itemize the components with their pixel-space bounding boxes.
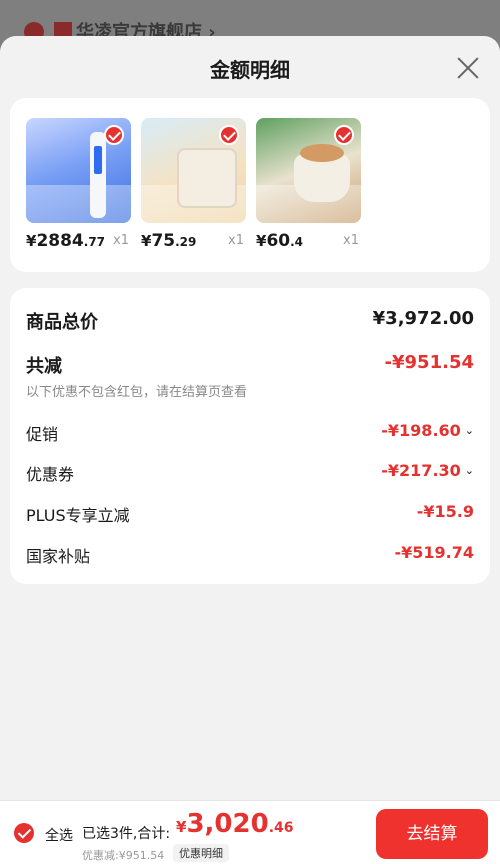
close-icon[interactable] <box>456 56 480 80</box>
total-label: 商品总价 <box>26 312 98 333</box>
total-amount: ¥3,020.46 <box>176 809 294 839</box>
promo-row[interactable]: 促销 -¥198.60 ⌄ <box>26 421 474 444</box>
amount-detail-card: 商品总价 ¥3,972.00 共减 -¥951.54 以下优惠不包含红包，请在结… <box>10 288 490 584</box>
egg-steamer-icon <box>177 148 237 208</box>
air-conditioner-icon <box>90 132 106 218</box>
subsidy-label: 国家补贴 <box>26 547 91 566</box>
plus-row: PLUS专享立减 -¥15.9 <box>26 502 474 525</box>
product-qty: x1 <box>228 233 244 248</box>
product-image <box>26 118 131 223</box>
product-price: ¥60.4 <box>256 231 304 251</box>
amount-detail-sheet: 金额明细 ¥2884.77 x1 ¥75.29 x1 ¥60.4 x1 商品总价… <box>0 36 500 864</box>
checkout-bar: 全选 已选3件,合计: ¥3,020.46 优惠减:¥951.54 优惠明细 去… <box>0 800 500 864</box>
product-price: ¥2884.77 <box>26 231 106 251</box>
products-card: ¥2884.77 x1 ¥75.29 x1 ¥60.4 x1 <box>10 98 490 272</box>
product-image <box>256 118 361 223</box>
coupon-label: 优惠券 <box>26 465 75 484</box>
sheet-title: 金额明细 <box>210 58 290 82</box>
saved-amount: 优惠减:¥951.54 <box>82 849 165 862</box>
product-image <box>141 118 246 223</box>
reduction-note: 以下优惠不包含红包，请在结算页查看 <box>26 385 248 400</box>
coupon-value: -¥217.30 ⌄ <box>381 461 474 480</box>
select-all-label[interactable]: 全选 <box>45 825 73 845</box>
product-qty: x1 <box>343 233 359 248</box>
plus-label: PLUS专享立减 <box>26 506 130 525</box>
product-price: ¥75.29 <box>141 231 197 251</box>
promo-value: -¥198.60 ⌄ <box>381 421 474 440</box>
plus-value: -¥15.9 <box>416 502 474 521</box>
electric-pot-icon <box>294 144 350 202</box>
checkout-button[interactable]: 去结算 <box>376 809 488 859</box>
chevron-down-icon[interactable]: ⌄ <box>465 424 474 437</box>
checked-icon[interactable] <box>334 125 354 145</box>
reduction-value: -¥951.54 <box>384 352 474 373</box>
product-item[interactable]: ¥60.4 x1 <box>256 118 361 251</box>
product-item[interactable]: ¥75.29 x1 <box>141 118 246 251</box>
coupon-row[interactable]: 优惠券 -¥217.30 ⌄ <box>26 461 474 484</box>
chevron-down-icon[interactable]: ⌄ <box>465 464 474 477</box>
total-row: 商品总价 ¥3,972.00 <box>26 308 474 333</box>
reduction-row: 共减 -¥951.54 <box>26 352 474 377</box>
product-qty: x1 <box>113 233 129 248</box>
checked-icon[interactable] <box>219 125 239 145</box>
checked-icon[interactable] <box>104 125 124 145</box>
select-all-check-icon[interactable] <box>14 823 34 843</box>
discount-detail-button[interactable]: 优惠明细 <box>173 844 229 862</box>
subsidy-row: 国家补贴 -¥519.74 <box>26 543 474 566</box>
total-value: ¥3,972.00 <box>372 308 474 329</box>
reduction-label: 共减 <box>26 356 62 377</box>
product-item[interactable]: ¥2884.77 x1 <box>26 118 131 251</box>
promo-label: 促销 <box>26 425 59 444</box>
selected-count: 已选3件,合计: <box>82 826 171 842</box>
subsidy-value: -¥519.74 <box>394 543 474 562</box>
